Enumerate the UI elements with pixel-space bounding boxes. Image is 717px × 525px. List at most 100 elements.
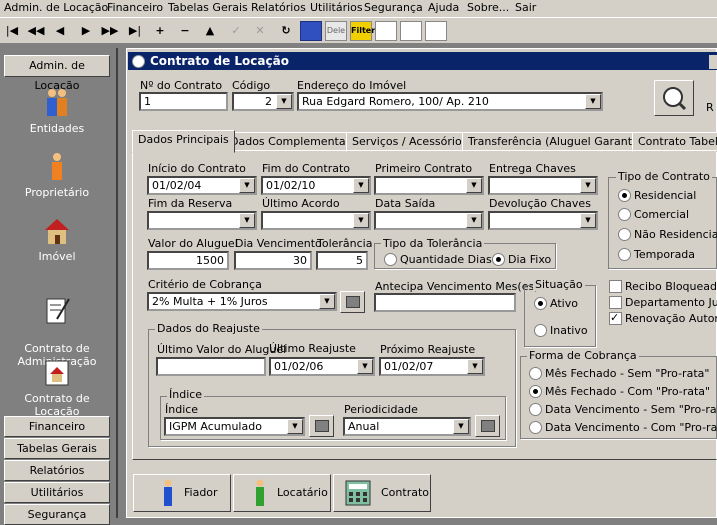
locatario-button[interactable]: Locatário xyxy=(233,474,331,512)
recibo-bloqueado-checkbox[interactable]: Recibo Bloqueado xyxy=(609,280,717,293)
sidebar-item-contrato-locacao[interactable]: Contrato de Locação xyxy=(4,358,110,418)
prev-page-icon[interactable]: ◀◀ xyxy=(26,22,46,40)
tab-servicos-acessorios[interactable]: Serviços / Acessórios xyxy=(346,132,474,152)
tolerancia-dia-fixo-radio[interactable]: Dia Fixo xyxy=(492,253,551,266)
entrega-select[interactable]: ▼ xyxy=(488,176,598,195)
next-page-icon[interactable]: ▶▶ xyxy=(100,22,120,40)
chevron-down-icon[interactable]: ▼ xyxy=(287,419,303,434)
sidebar-button-utilitarios[interactable]: Utilitários xyxy=(4,482,110,503)
sidebar-item-imovel[interactable]: Imóvel xyxy=(4,216,110,263)
ultimovalor-field[interactable] xyxy=(156,357,266,376)
valor-field[interactable]: 1500 xyxy=(147,251,229,270)
indice-select[interactable]: IGPM Acumulado ▼ xyxy=(164,417,305,436)
window-control-icon[interactable] xyxy=(709,55,717,69)
edit-up-icon[interactable]: ▲ xyxy=(200,22,220,40)
filter-icon[interactable]: Filter xyxy=(350,21,375,41)
tab-transferencia[interactable]: Transferência (Aluguel Garantido) xyxy=(462,132,660,152)
menu-financeiro[interactable]: Financeiro xyxy=(107,1,163,14)
chevron-down-icon[interactable]: ▼ xyxy=(466,178,482,193)
chevron-down-icon[interactable]: ▼ xyxy=(239,178,255,193)
chevron-down-icon[interactable]: ▼ xyxy=(466,213,482,228)
tab-dados-principais[interactable]: Dados Principais xyxy=(132,130,235,153)
sidebar-item-contrato-administracao[interactable]: Contrato de Administração xyxy=(4,282,110,368)
menu-utilitarios[interactable]: Utilitários xyxy=(310,1,363,14)
tipo-nao-residencial-radio[interactable]: Não Residencial xyxy=(618,228,717,241)
edit-icon[interactable] xyxy=(300,21,322,41)
chevron-down-icon[interactable]: ▼ xyxy=(239,213,255,228)
sidebar-item-proprietario[interactable]: Proprietário xyxy=(4,152,110,199)
last-record-icon[interactable]: ▶| xyxy=(125,22,145,40)
erase-icon[interactable]: Dele xyxy=(325,21,347,41)
forma-mes-sem-radio[interactable]: Mês Fechado - Sem "Pro-rata" xyxy=(529,367,709,380)
chevron-down-icon[interactable]: ▼ xyxy=(357,359,373,374)
antecipa-field[interactable] xyxy=(374,293,516,312)
fiador-button[interactable]: Fiador xyxy=(133,474,231,512)
sidebar-button-relatorios[interactable]: Relatórios xyxy=(4,460,110,481)
menu-ajuda[interactable]: Ajuda xyxy=(428,1,459,14)
sidebar-header[interactable]: Admin. de Locação xyxy=(4,55,110,92)
tipo-residencial-radio[interactable]: Residencial xyxy=(618,189,696,202)
sidebar-button-tabelas-gerais[interactable]: Tabelas Gerais xyxy=(4,438,110,459)
menu-sair[interactable]: Sair xyxy=(515,1,536,14)
post-icon[interactable]: ✓ xyxy=(226,22,246,40)
fimreserva-select[interactable]: ▼ xyxy=(147,211,257,230)
chevron-down-icon[interactable]: ▼ xyxy=(353,213,369,228)
report-icon[interactable] xyxy=(375,21,397,41)
insert-icon[interactable]: + xyxy=(150,22,170,40)
menu-sobre[interactable]: Sobre... xyxy=(467,1,509,14)
tab-contrato-tabela[interactable]: Contrato Tabela xyxy=(632,132,717,152)
chevron-down-icon[interactable]: ▼ xyxy=(580,213,596,228)
tolerancia-quantidade-radio[interactable]: Quantidade Dias xyxy=(384,253,492,266)
chevron-down-icon[interactable]: ▼ xyxy=(353,178,369,193)
forma-mes-com-radio[interactable]: Mês Fechado - Com "Pro-rata" xyxy=(529,385,710,398)
criterio-select[interactable]: 2% Multa + 1% Juros ▼ xyxy=(147,292,337,311)
delete-icon[interactable]: − xyxy=(175,22,195,40)
inicio-select[interactable]: 01/02/04 ▼ xyxy=(147,176,257,195)
cancel-icon[interactable]: ✕ xyxy=(250,22,270,40)
renovacao-automatica-checkbox[interactable]: Renovação Automá xyxy=(609,311,717,325)
sidebar-button-seguranca[interactable]: Segurança xyxy=(4,504,110,525)
first-record-icon[interactable]: |◀ xyxy=(2,22,22,40)
search-button[interactable] xyxy=(654,80,694,116)
next-record-icon[interactable]: ▶ xyxy=(76,22,96,40)
contrato-button[interactable]: Contrato xyxy=(333,474,431,512)
prev-record-icon[interactable]: ◀ xyxy=(50,22,70,40)
proximoreaj-select[interactable]: 01/02/07 ▼ xyxy=(379,357,485,376)
codigo-select[interactable]: 2 ▼ xyxy=(232,92,294,111)
devolucao-select[interactable]: ▼ xyxy=(488,211,598,230)
menu-admin-locacao[interactable]: Admin. de Locação xyxy=(4,1,108,14)
contrato-field[interactable]: 1 xyxy=(139,92,228,111)
ultimoreaj-select[interactable]: 01/02/06 ▼ xyxy=(269,357,375,376)
side-button-label[interactable]: R xyxy=(706,101,714,114)
fim-select[interactable]: 01/02/10 ▼ xyxy=(261,176,371,195)
primeiro-select[interactable]: ▼ xyxy=(374,176,484,195)
tolerancia-field[interactable]: 5 xyxy=(316,251,368,270)
diavenc-field[interactable]: 30 xyxy=(234,251,312,270)
tipo-temporada-radio[interactable]: Temporada xyxy=(618,248,695,261)
periodicidade-select[interactable]: Anual ▼ xyxy=(343,417,471,436)
datasaida-select[interactable]: ▼ xyxy=(374,211,484,230)
chevron-down-icon[interactable]: ▼ xyxy=(276,94,292,109)
chevron-down-icon[interactable]: ▼ xyxy=(453,419,469,434)
periodicidade-lookup-button[interactable] xyxy=(475,415,500,437)
refresh-icon[interactable]: ↻ xyxy=(276,22,296,40)
situacao-inativo-radio[interactable]: Inativo xyxy=(534,324,588,337)
chevron-down-icon[interactable]: ▼ xyxy=(585,94,601,109)
endereco-select[interactable]: Rua Edgard Romero, 100/ Ap. 210 ▼ xyxy=(297,92,603,111)
menu-relatorios[interactable]: Relatórios xyxy=(251,1,306,14)
exit-icon[interactable] xyxy=(425,21,447,41)
menu-tabelas-gerais[interactable]: Tabelas Gerais xyxy=(168,1,248,14)
criterio-lookup-button[interactable] xyxy=(340,291,365,313)
sidebar-button-financeiro[interactable]: Financeiro xyxy=(4,416,110,437)
chevron-down-icon[interactable]: ▼ xyxy=(580,178,596,193)
chevron-down-icon[interactable]: ▼ xyxy=(467,359,483,374)
departamento-juridico-checkbox[interactable]: Departamento Juríd xyxy=(609,296,717,309)
chevron-down-icon[interactable]: ▼ xyxy=(319,294,335,309)
forma-data-sem-radio[interactable]: Data Vencimento - Sem "Pro-rata" xyxy=(529,403,717,416)
situacao-ativo-radio[interactable]: Ativo xyxy=(534,297,578,310)
sidebar-item-entidades[interactable]: Entidades xyxy=(4,88,110,135)
print-icon[interactable] xyxy=(400,21,422,41)
indice-lookup-button[interactable] xyxy=(309,415,334,437)
menu-seguranca[interactable]: Segurança xyxy=(364,1,423,14)
tipo-comercial-radio[interactable]: Comercial xyxy=(618,208,689,221)
